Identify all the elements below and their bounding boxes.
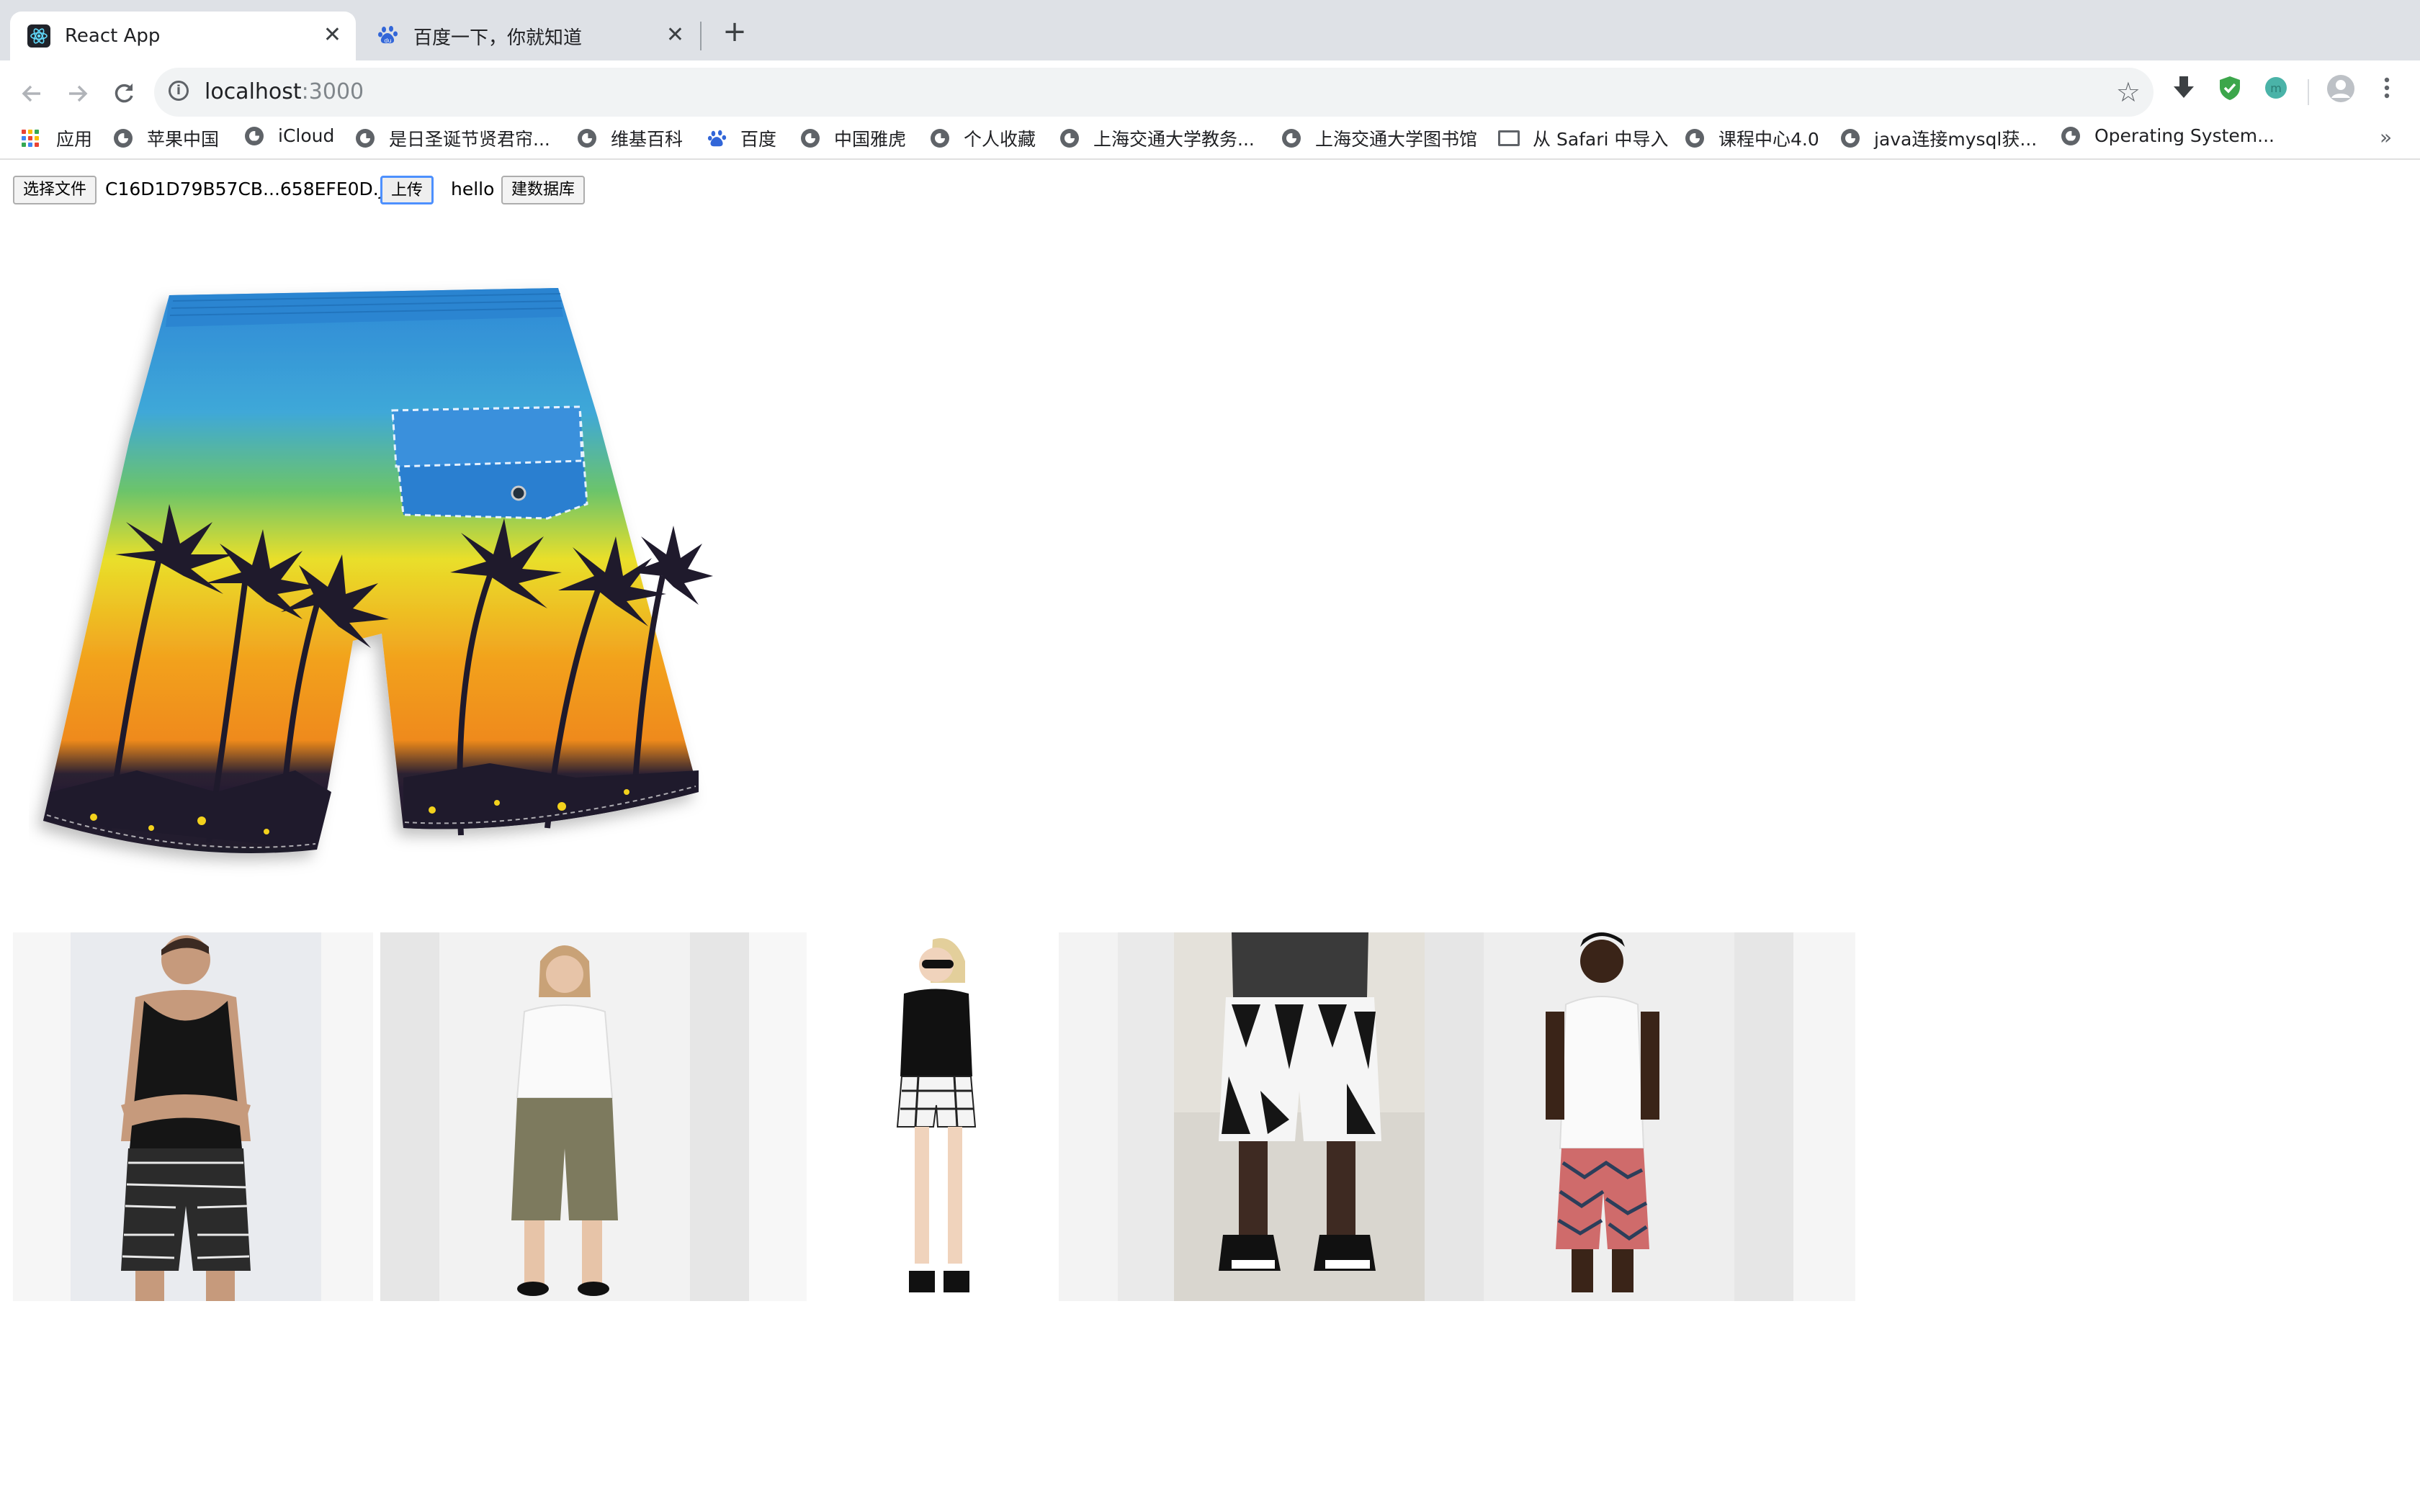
bookmark-item[interactable]: java连接mysql获... (1841, 125, 2037, 151)
globe-icon (356, 129, 375, 148)
bookmark-item[interactable]: 是日圣诞节贤君帘... (356, 125, 550, 151)
bookmarks-overflow-button[interactable]: » (2380, 125, 2392, 149)
bookmark-item[interactable]: Operating System... (2061, 125, 2275, 146)
toolbar-divider (0, 158, 2420, 160)
reload-icon (115, 84, 133, 103)
globe-icon (1841, 129, 1860, 148)
download-extension-icon[interactable] (2166, 73, 2201, 108)
tab-title: React App (65, 25, 161, 47)
query-image (29, 274, 713, 893)
bookmark-item[interactable]: 苹果中国 (114, 125, 219, 151)
menu-kebab-icon[interactable] (2370, 73, 2404, 108)
bookmark-item[interactable]: 个人收藏 (931, 125, 1036, 151)
bookmark-item[interactable]: iCloud (245, 125, 334, 146)
globe-icon (931, 129, 949, 148)
svg-text:m: m (2270, 81, 2282, 95)
bookmark-item[interactable]: 中国雅虎 (801, 125, 906, 151)
browser-toolbar: i localhost:3000 ☆ m 应用 苹果中国 iCloud 是日圣诞… (0, 60, 2420, 173)
result-image (1059, 932, 1855, 1301)
bookmark-star-icon[interactable]: ☆ (2116, 76, 2141, 108)
svg-text:du: du (384, 37, 391, 44)
toolbar-divider (2308, 79, 2309, 105)
bookmark-item[interactable]: 维基百科 (578, 125, 683, 151)
bookmark-folder[interactable]: 从 Safari 中导入 (1498, 125, 1668, 151)
globe-icon (245, 126, 264, 145)
tab-react-app[interactable]: React App ✕ (10, 12, 356, 60)
choose-file-button[interactable]: 选择文件 (13, 176, 97, 204)
selected-file-name: C16D1D79B57CB...658EFE0D.jpg (105, 179, 407, 199)
build-database-button[interactable]: 建数据库 (501, 176, 586, 204)
result-image (821, 932, 1037, 1301)
globe-icon (1282, 129, 1301, 148)
reload-button[interactable] (104, 73, 144, 114)
info-icon[interactable]: i (169, 81, 189, 101)
globe-icon (1685, 129, 1704, 148)
forward-arrow-icon (69, 85, 88, 102)
shield-extension-icon[interactable] (2213, 73, 2247, 108)
hello-text: hello (451, 179, 495, 199)
baidu-paw-icon: du (377, 24, 399, 48)
new-tab-button[interactable]: + (717, 14, 752, 49)
globe-icon (578, 129, 596, 148)
teal-extension-icon[interactable]: m (2259, 73, 2293, 108)
profile-avatar-icon[interactable] (2323, 73, 2358, 108)
baidu-paw-icon (707, 128, 727, 148)
close-icon[interactable]: ✕ (323, 24, 341, 46)
bookmark-item[interactable]: 百度 (707, 125, 776, 151)
apps-grid-icon (22, 130, 39, 147)
globe-icon (1060, 129, 1079, 148)
bookmark-item[interactable]: 课程中心4.0 (1685, 125, 1819, 151)
globe-icon (114, 129, 133, 148)
react-icon (27, 24, 50, 48)
close-icon[interactable]: ✕ (666, 24, 684, 46)
bookmarks-bar: 应用 苹果中国 iCloud 是日圣诞节贤君帘... 维基百科 百度 中国雅虎 … (0, 109, 2420, 173)
result-image (13, 932, 373, 1301)
globe-icon (2061, 126, 2080, 145)
bookmark-apps[interactable]: 应用 (22, 125, 92, 151)
url-text[interactable]: localhost:3000 (205, 79, 364, 104)
tab-separator (700, 22, 702, 50)
back-button[interactable] (12, 73, 52, 114)
tab-title: 百度一下，你就知道 (413, 27, 583, 49)
upload-button[interactable]: 上传 (380, 176, 434, 204)
tab-baidu[interactable]: du 百度一下，你就知道 ✕ (360, 12, 699, 60)
tab-strip: React App ✕ du 百度一下，你就知道 ✕ + (0, 0, 2420, 60)
forward-button[interactable] (58, 73, 98, 114)
bookmark-item[interactable]: 上海交通大学教务... (1060, 125, 1255, 151)
globe-icon (801, 129, 820, 148)
back-arrow-icon (22, 85, 40, 102)
bookmark-item[interactable]: 上海交通大学图书馆 (1282, 125, 1477, 151)
result-image (380, 932, 807, 1301)
folder-icon (1498, 130, 1520, 146)
